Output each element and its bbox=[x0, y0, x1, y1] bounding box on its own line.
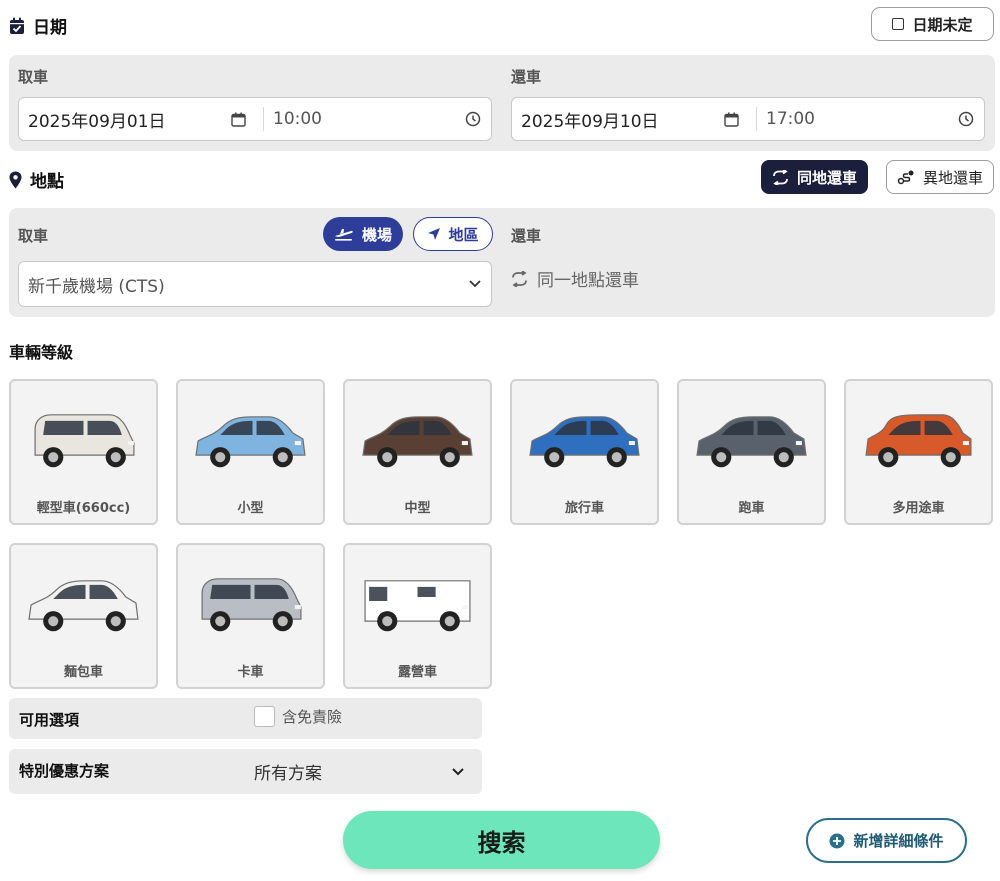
vehicle-class-card[interactable]: 小型 bbox=[176, 379, 325, 525]
date-panel: 取車 還車 2025年09月01日 10:00 2025年09月10日 17:0… bbox=[9, 55, 995, 151]
vehicle-class-label: 小型 bbox=[237, 501, 264, 516]
clock-icon bbox=[958, 111, 974, 127]
route-icon bbox=[897, 170, 914, 185]
car-image bbox=[195, 416, 306, 468]
vehicle-class-label: 輕型車(660cc) bbox=[36, 501, 131, 516]
insurance-checkbox[interactable] bbox=[254, 706, 275, 727]
vehicle-class-label: 多用途車 bbox=[892, 501, 945, 516]
different-return-label: 異地還車 bbox=[922, 168, 983, 187]
vehicle-class-label: 卡車 bbox=[237, 665, 264, 680]
car-image bbox=[362, 416, 473, 468]
available-options-row: 可用選項 含免責險 bbox=[9, 698, 482, 739]
vehicle-class-card[interactable]: 麵包車 bbox=[9, 543, 158, 689]
return-time-input[interactable]: 17:00 bbox=[757, 98, 984, 140]
insurance-label: 含免責險 bbox=[282, 708, 343, 726]
location-panel: 取車 機場 地區 新千歲機場 (CTS) 還車 同一地點還車 bbox=[9, 208, 995, 317]
return-datetime-field: 2025年09月10日 17:00 bbox=[511, 97, 985, 141]
car-image bbox=[201, 578, 302, 632]
same-return-label: 同地還車 bbox=[796, 168, 857, 187]
pickup-location-value: 新千歲機場 (CTS) bbox=[28, 276, 165, 297]
return-location-label: 還車 bbox=[511, 227, 542, 245]
car-image bbox=[865, 414, 972, 468]
navigation-arrow-icon bbox=[428, 228, 441, 240]
area-label: 地區 bbox=[448, 225, 479, 244]
vehicle-class-label: 中型 bbox=[404, 501, 431, 516]
search-button-label: 搜索 bbox=[477, 828, 526, 857]
date-undecided-button[interactable]: 日期未定 bbox=[871, 7, 994, 41]
pickup-location-select[interactable]: 新千歲機場 (CTS) bbox=[18, 261, 492, 307]
pickup-time-value: 10:00 bbox=[273, 109, 322, 129]
return-time-value: 17:00 bbox=[766, 109, 815, 129]
airport-label: 機場 bbox=[361, 225, 392, 244]
add-filters-label: 新增詳細條件 bbox=[853, 832, 944, 850]
vehicle-class-label: 旅行車 bbox=[564, 501, 604, 516]
chevron-down-icon bbox=[452, 767, 464, 775]
vehicle-section-title: 車輛等級 bbox=[9, 339, 73, 363]
map-pin-icon bbox=[9, 171, 22, 188]
return-date-label: 還車 bbox=[511, 68, 542, 86]
add-filters-button[interactable]: 新增詳細條件 bbox=[806, 818, 967, 863]
car-image bbox=[28, 580, 139, 632]
vehicle-class-label: 露營車 bbox=[397, 665, 437, 680]
location-title-text: 地點 bbox=[30, 172, 64, 192]
calendar-check-icon bbox=[10, 17, 24, 34]
vehicle-title-text: 車輛等級 bbox=[9, 343, 74, 362]
calendar-icon bbox=[724, 112, 739, 127]
vehicle-class-card[interactable]: 中型 bbox=[343, 379, 492, 525]
special-offer-select[interactable]: 所有方案 bbox=[254, 749, 472, 794]
special-offer-label: 特別優惠方案 bbox=[19, 762, 110, 780]
special-offer-value: 所有方案 bbox=[254, 764, 322, 784]
vehicle-class-card[interactable]: 多用途車 bbox=[844, 379, 993, 525]
pickup-datetime-field: 2025年09月01日 10:00 bbox=[18, 97, 492, 141]
search-button[interactable]: 搜索 bbox=[343, 811, 660, 869]
chevron-down-icon bbox=[469, 280, 481, 288]
checkbox-icon bbox=[892, 18, 905, 30]
return-location-display: 同一地點還車 bbox=[511, 266, 639, 291]
plane-takeoff-icon bbox=[334, 229, 353, 241]
different-return-button[interactable]: 異地還車 bbox=[886, 160, 994, 194]
swap-arrows-icon bbox=[512, 270, 527, 287]
vehicle-class-card[interactable]: 卡車 bbox=[176, 543, 325, 689]
plus-circle-icon bbox=[829, 833, 845, 848]
clock-icon bbox=[465, 111, 481, 127]
date-title-text: 日期 bbox=[33, 18, 67, 38]
available-options-label: 可用選項 bbox=[19, 711, 80, 729]
special-offer-row: 特別優惠方案 所有方案 bbox=[9, 749, 482, 794]
vehicle-class-card[interactable]: 跑車 bbox=[677, 379, 826, 525]
pickup-date-value: 2025年09月01日 bbox=[28, 111, 166, 132]
same-return-button[interactable]: 同地還車 bbox=[761, 160, 868, 194]
return-date-value: 2025年09月10日 bbox=[521, 111, 659, 132]
date-section-title: 日期 bbox=[9, 13, 67, 38]
insurance-checkbox-option[interactable]: 含免責險 bbox=[254, 706, 342, 727]
vehicle-class-card[interactable]: 輕型車(660cc) bbox=[9, 379, 158, 525]
date-undecided-label: 日期未定 bbox=[912, 15, 973, 34]
airport-toggle[interactable]: 機場 bbox=[323, 217, 403, 251]
vehicle-class-card[interactable]: 旅行車 bbox=[510, 379, 659, 525]
calendar-icon bbox=[231, 112, 246, 127]
location-section-title: 地點 bbox=[9, 167, 64, 192]
vehicle-class-label: 麵包車 bbox=[63, 665, 103, 680]
car-image bbox=[696, 416, 807, 468]
vehicle-class-label: 跑車 bbox=[738, 501, 765, 516]
vehicle-class-card[interactable]: 露營車 bbox=[343, 543, 492, 689]
car-image bbox=[529, 416, 640, 468]
return-date-input[interactable]: 2025年09月10日 bbox=[512, 98, 756, 140]
car-image bbox=[364, 580, 471, 632]
swap-arrows-icon bbox=[773, 169, 788, 185]
car-image bbox=[34, 414, 135, 468]
pickup-date-label: 取車 bbox=[18, 68, 49, 86]
area-toggle[interactable]: 地區 bbox=[413, 217, 493, 251]
pickup-location-label: 取車 bbox=[18, 227, 49, 245]
pickup-date-input[interactable]: 2025年09月01日 bbox=[19, 98, 263, 140]
return-location-value: 同一地點還車 bbox=[537, 271, 639, 291]
pickup-time-input[interactable]: 10:00 bbox=[264, 98, 491, 140]
